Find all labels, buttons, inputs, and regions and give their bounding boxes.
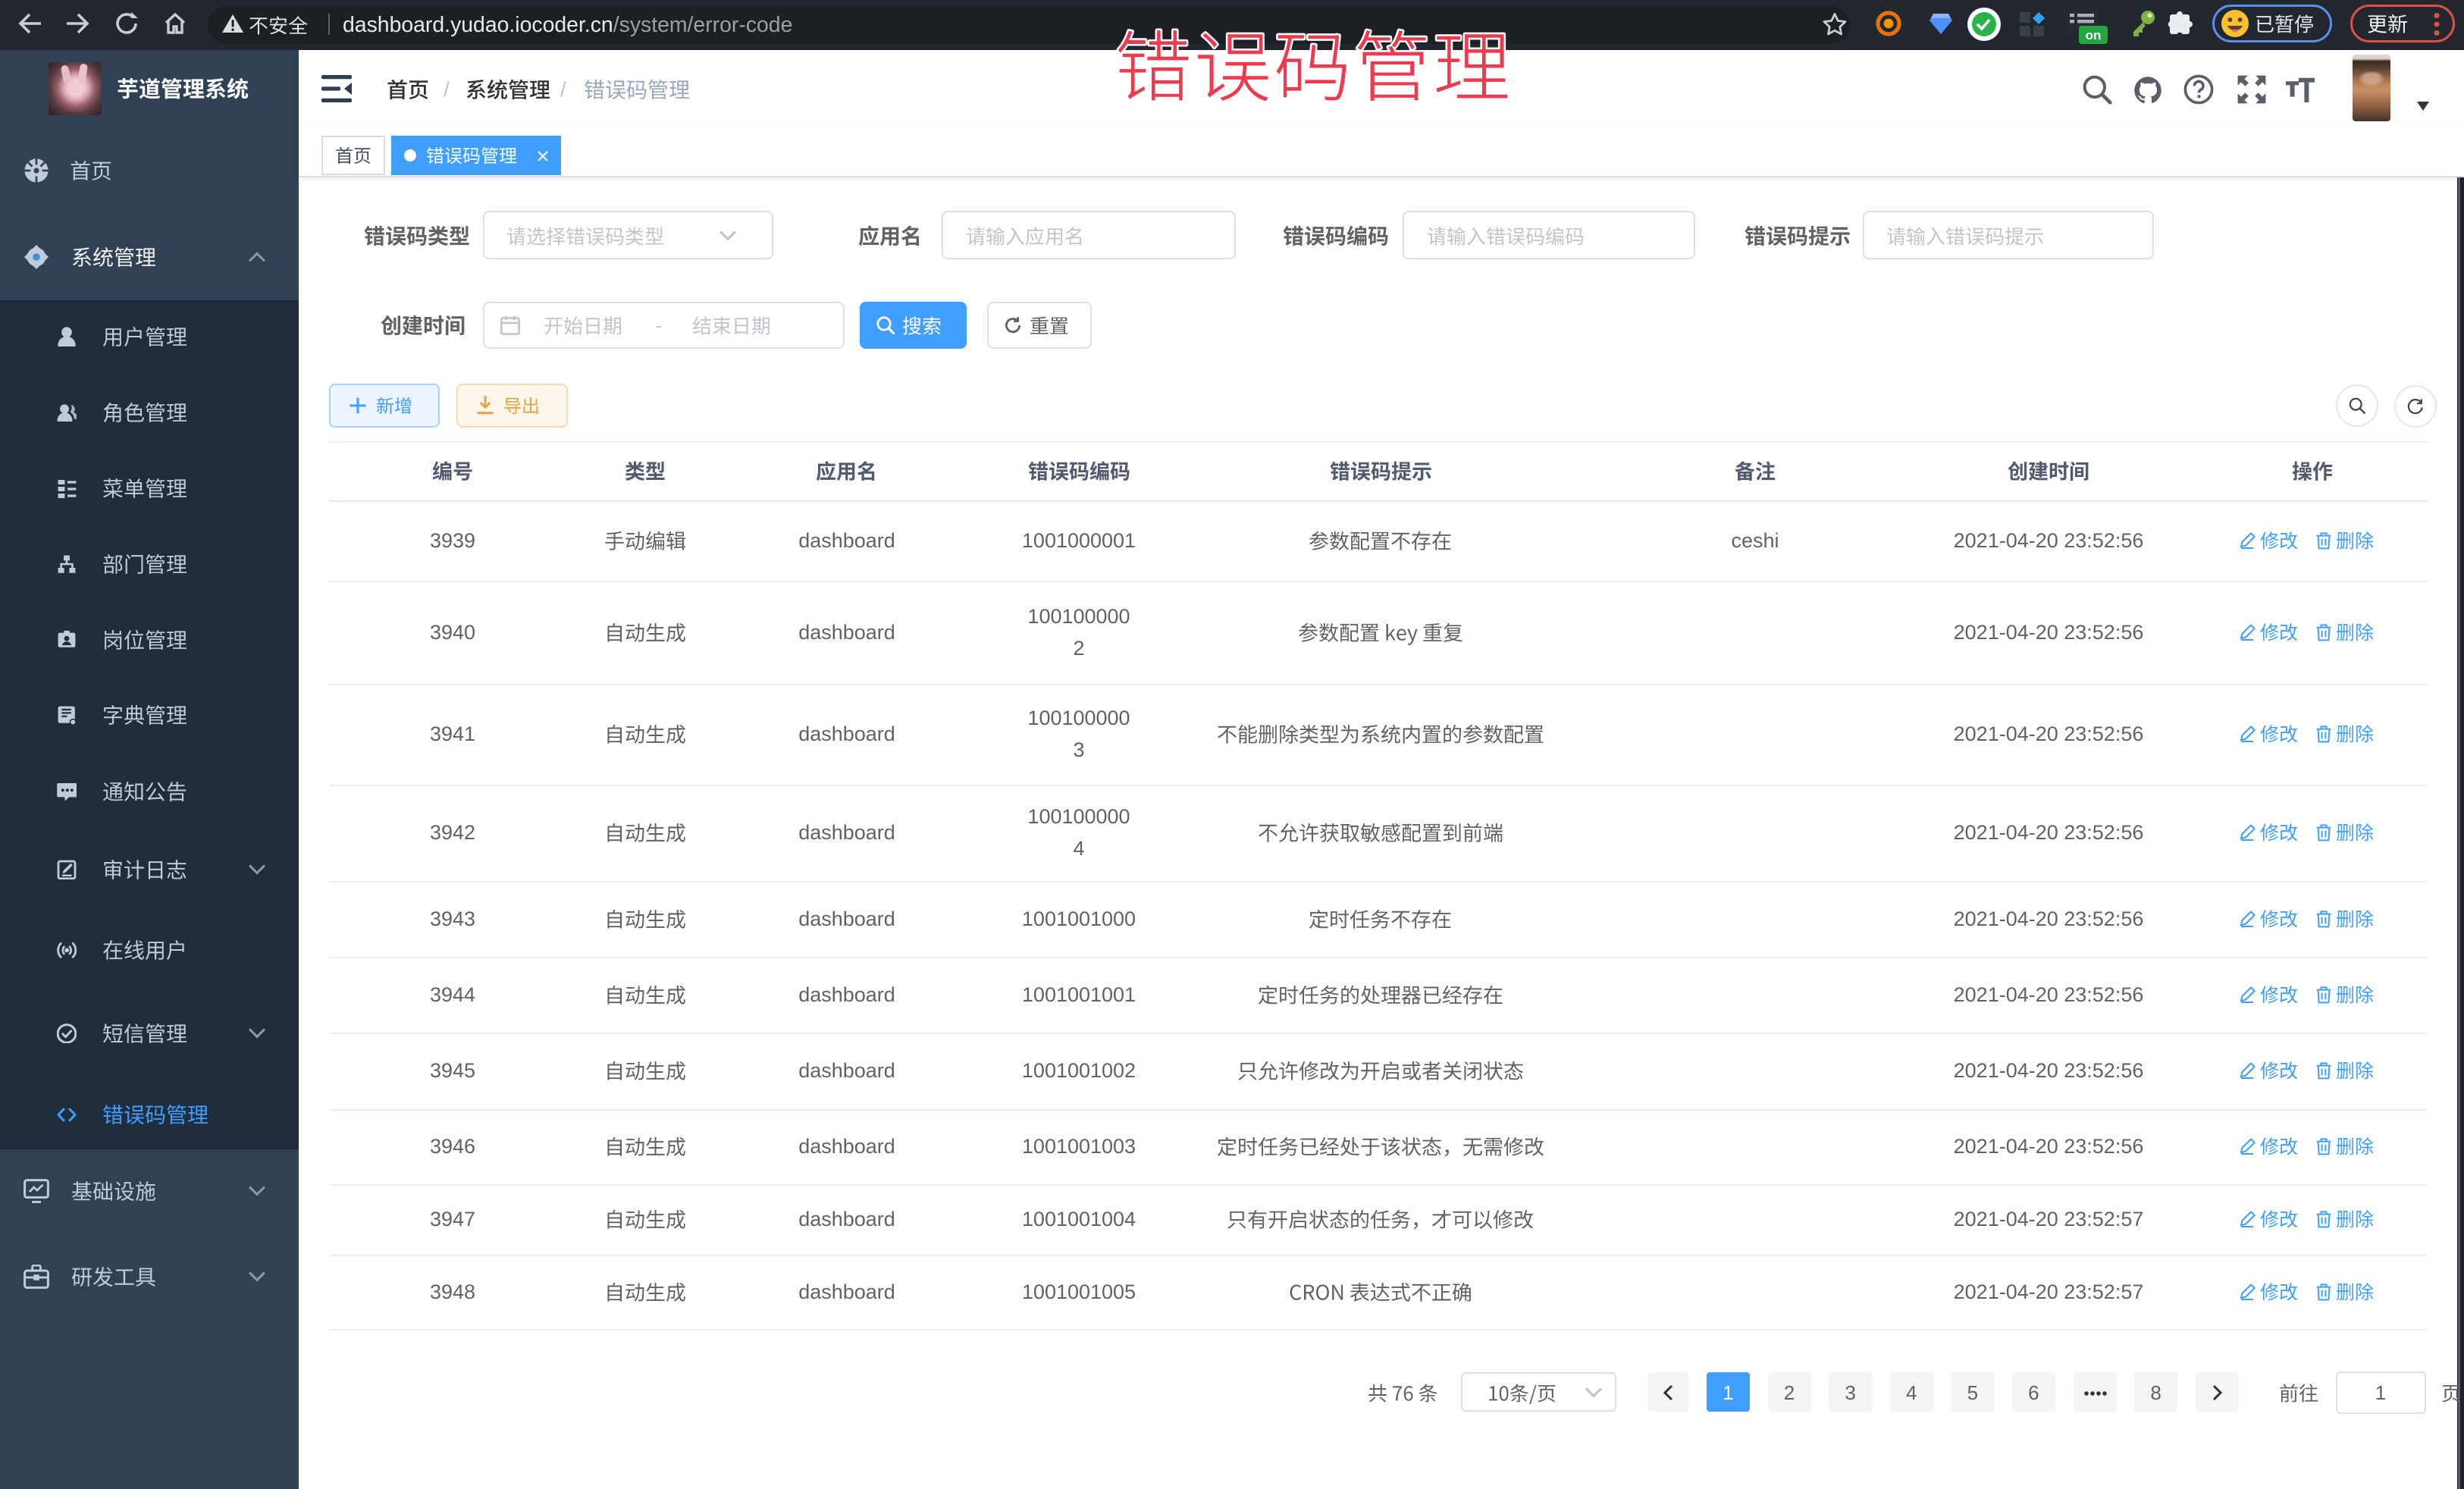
svg-text:on: on bbox=[2086, 28, 2102, 42]
